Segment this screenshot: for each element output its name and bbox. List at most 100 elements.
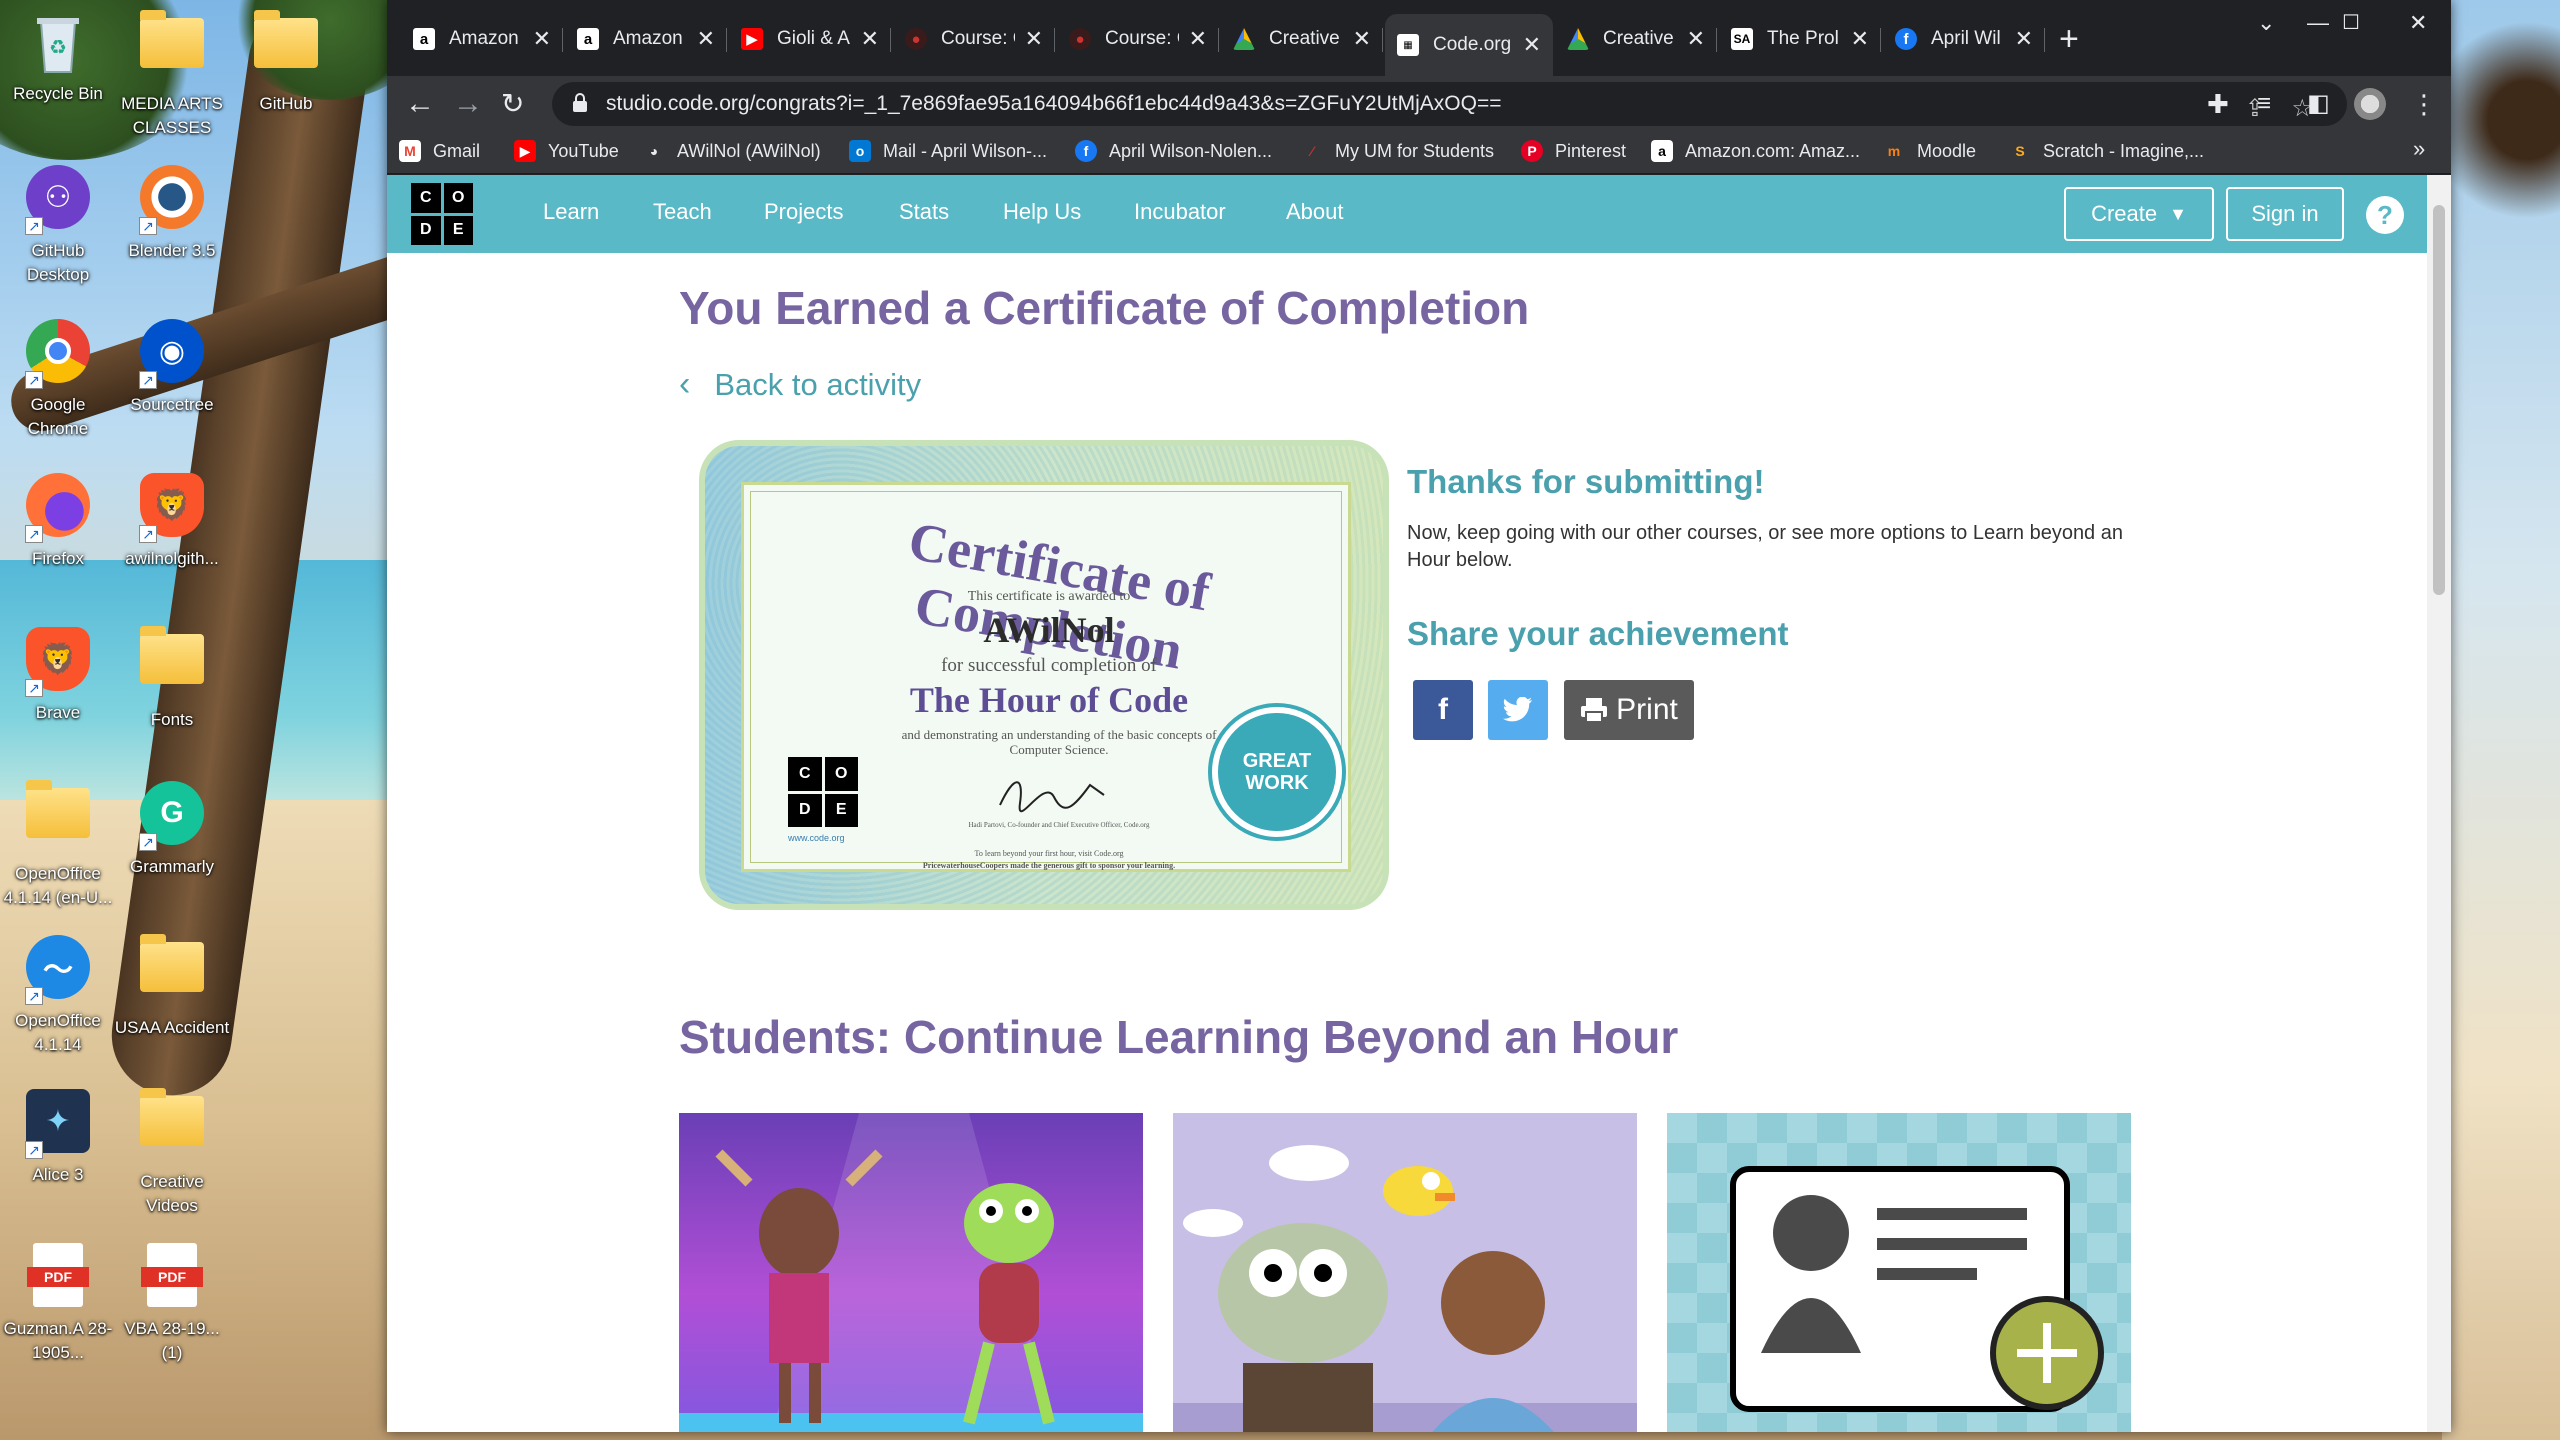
bookmarks-bar: M Gmail ▶ YouTube ◕ AWilNol (AWilNol) o …	[387, 132, 2451, 174]
side-panel-icon[interactable]: ◧	[2307, 84, 2330, 124]
tab[interactable]: ● Course: C ✕	[1057, 20, 1219, 58]
tab[interactable]: ● Course: C ✕	[893, 20, 1055, 58]
reload-icon[interactable]: ↻	[501, 84, 524, 124]
bookmark-item[interactable]: m Moodle	[1883, 140, 1976, 162]
minimize-icon[interactable]: —	[2307, 10, 2329, 36]
bookmark-label: April Wilson-Nolen...	[1109, 140, 1273, 161]
close-icon[interactable]: ✕	[1189, 26, 1207, 52]
nav-about[interactable]: About	[1286, 199, 1344, 225]
desktop-icon-pdf-guzman[interactable]: PDF Guzman.A 28-1905...	[0, 1240, 116, 1365]
close-icon[interactable]: ✕	[1025, 26, 1043, 52]
course-card-flappy-zombies[interactable]	[1173, 1113, 1637, 1432]
nav-projects[interactable]: Projects	[764, 199, 843, 225]
desktop-icon-grammarly[interactable]: G ↗ Grammarly	[114, 778, 230, 879]
logo-letter: O	[443, 183, 473, 213]
bookmark-item[interactable]: ⁄ My UM for Students	[1301, 140, 1494, 162]
desktop-icon-recycle-bin[interactable]: ♻ Recycle Bin	[0, 8, 116, 106]
back-arrow-icon[interactable]: ←	[405, 84, 435, 124]
close-icon[interactable]: ✕	[1523, 32, 1541, 58]
bookmark-item[interactable]: M Gmail	[399, 140, 480, 162]
desktop-icon-label: Recycle Bin	[13, 84, 103, 103]
tab[interactable]: a Amazon ✕	[565, 20, 727, 58]
desktop-icon-firefox[interactable]: ↗ Firefox	[0, 470, 116, 571]
desktop-icon-fonts[interactable]: Fonts	[114, 624, 230, 732]
course-card-create-account[interactable]	[1667, 1113, 2131, 1432]
nav-stats[interactable]: Stats	[899, 199, 949, 225]
scrollbar-thumb[interactable]	[2433, 205, 2445, 595]
share-twitter-button[interactable]	[1488, 680, 1548, 740]
nav-teach[interactable]: Teach	[653, 199, 712, 225]
desktop-icon-label: GitHub Desktop	[26, 241, 90, 284]
desktop-icon-sourcetree[interactable]: ◉ ↗ Sourcetree	[114, 316, 230, 417]
desktop-icon-awilnolgith[interactable]: 🦁 ↗ awilnolgith...	[114, 470, 230, 571]
tab[interactable]: a Amazon ✕	[401, 20, 563, 58]
desktop-icon-media-arts[interactable]: MEDIA ARTS CLASSES	[114, 8, 230, 140]
desktop-icon-brave[interactable]: 🦁 ↗ Brave	[0, 624, 116, 725]
media-icon[interactable]: ≡	[2257, 84, 2271, 124]
url-text: studio.code.org/congrats?i=_1_7e869fae95…	[606, 92, 1502, 115]
profile-avatar[interactable]	[2354, 88, 2386, 120]
bookmark-item[interactable]: a Amazon.com: Amaz...	[1651, 140, 1860, 162]
close-icon[interactable]: ✕	[861, 26, 879, 52]
help-icon[interactable]: ?	[2366, 196, 2404, 234]
maximize-icon[interactable]: ☐	[2342, 10, 2360, 35]
tab[interactable]: f April Wil ✕	[1883, 20, 2045, 58]
moodle-icon: ●	[1069, 28, 1091, 50]
new-tab-button[interactable]: +	[2059, 20, 2079, 58]
nav-help-us[interactable]: Help Us	[1003, 199, 1081, 225]
code-org-logo[interactable]: C O D E	[411, 183, 473, 245]
nav-incubator[interactable]: Incubator	[1134, 199, 1226, 225]
tab-active[interactable]: ▦ Code.org ✕	[1385, 14, 1553, 76]
close-icon[interactable]: ✕	[697, 26, 715, 52]
desktop-icon-label: Creative Videos	[140, 1172, 204, 1215]
sign-in-button[interactable]: Sign in	[2226, 187, 2344, 241]
close-icon[interactable]: ✕	[2015, 26, 2033, 52]
bookmark-item[interactable]: ▶ YouTube	[514, 140, 619, 162]
desktop-icon-pdf-vba[interactable]: PDF VBA 28-19... (1)	[114, 1240, 230, 1365]
page-scrollbar[interactable]	[2427, 175, 2451, 1432]
close-icon[interactable]: ✕	[533, 26, 551, 52]
address-bar[interactable]: studio.code.org/congrats?i=_1_7e869fae95…	[552, 82, 2347, 126]
create-button[interactable]: Create ▼	[2064, 187, 2214, 241]
tab-strip: a Amazon ✕ a Amazon ✕ ▶ Gioli & A ✕ ● Co…	[387, 0, 2451, 76]
share-facebook-button[interactable]: f	[1413, 680, 1473, 740]
bookmark-item[interactable]: o Mail - April Wilson-...	[849, 140, 1047, 162]
tab[interactable]: ▶ Gioli & A ✕	[729, 20, 891, 58]
desktop-icon-usaa[interactable]: USAA Accident	[114, 932, 230, 1040]
drive-icon	[1233, 28, 1255, 50]
kebab-menu-icon[interactable]: ⋮	[2411, 84, 2437, 124]
desktop-icon-alice[interactable]: ✦ ↗ Alice 3	[0, 1086, 116, 1187]
course-card-dance[interactable]	[679, 1113, 1143, 1432]
forward-arrow-icon[interactable]: →	[453, 84, 483, 124]
bookmark-item[interactable]: f April Wilson-Nolen...	[1075, 140, 1272, 162]
bookmark-item[interactable]: ◕ AWilNol (AWilNol)	[643, 140, 821, 162]
nav-learn[interactable]: Learn	[543, 199, 599, 225]
back-to-activity-link[interactable]: ‹ Back to activity	[679, 365, 921, 404]
print-button[interactable]: Print	[1564, 680, 1694, 740]
chevron-down-icon[interactable]: ⌄	[2257, 10, 2275, 36]
desktop-icon-github-folder[interactable]: GitHub	[228, 8, 344, 116]
desktop-icon-openoffice[interactable]: 〜 ↗ OpenOffice 4.1.14	[0, 932, 116, 1057]
close-icon[interactable]: ✕	[1353, 26, 1371, 52]
tab[interactable]: Creative ✕	[1221, 20, 1383, 58]
close-icon[interactable]: ✕	[1851, 26, 1869, 52]
brave-icon: 🦁 ↗	[23, 627, 93, 697]
desktop-icon-google-chrome[interactable]: ↗ Google Chrome	[0, 316, 116, 441]
signature-image	[999, 781, 1105, 813]
extensions-icon[interactable]: ✚	[2207, 84, 2229, 124]
dance-party-illustration	[679, 1113, 1143, 1432]
pdf-icon: PDF	[137, 1243, 207, 1313]
close-icon[interactable]: ✕	[1687, 26, 1705, 52]
desktop-icon-blender[interactable]: ↗ Blender 3.5	[114, 162, 230, 263]
tab[interactable]: SA The Prol ✕	[1719, 20, 1881, 58]
desktop-icon-creative-videos[interactable]: Creative Videos	[114, 1086, 230, 1218]
bookmark-item[interactable]: P Pinterest	[1521, 140, 1626, 162]
tab[interactable]: Creative ✕	[1555, 20, 1717, 58]
moodle-icon: ●	[905, 28, 927, 50]
bookmark-item[interactable]: S Scratch - Imagine,...	[2009, 140, 2204, 162]
folder-icon	[251, 10, 321, 88]
desktop-icon-github-desktop[interactable]: ⚇ ↗ GitHub Desktop	[0, 162, 116, 287]
bookmarks-overflow-button[interactable]: »	[2413, 136, 2425, 162]
close-window-icon[interactable]: ✕	[2409, 10, 2427, 36]
desktop-icon-openoffice-setup[interactable]: OpenOffice 4.1.14 (en-U...	[0, 778, 116, 910]
